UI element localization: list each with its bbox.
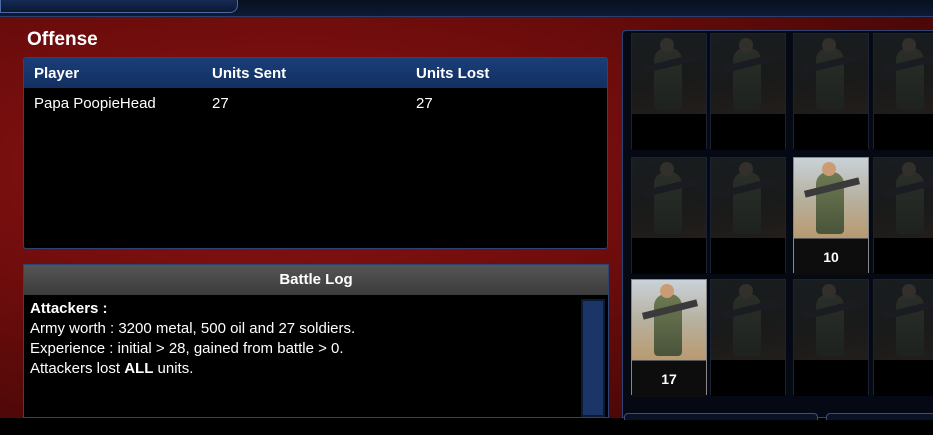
battle-log-title: Battle Log <box>24 265 608 295</box>
unit-portrait <box>632 158 706 238</box>
unit-count-area <box>874 114 933 150</box>
offense-title: Offense <box>27 29 98 50</box>
unit-count-area <box>874 238 933 274</box>
soldier-head <box>822 162 836 176</box>
losses-text: Attackers lost ALL units. <box>30 360 194 377</box>
unit-count-area <box>711 238 785 274</box>
unit-card[interactable] <box>873 157 933 274</box>
unit-card[interactable] <box>710 157 786 274</box>
column-header-units-lost: Units Lost <box>416 64 490 82</box>
unit-count-area <box>632 114 706 150</box>
unit-portrait <box>794 34 868 114</box>
unit-portrait <box>794 158 868 238</box>
unit-card[interactable] <box>710 33 786 150</box>
losses-emphasis: ALL <box>124 360 154 377</box>
soldier-head <box>739 38 753 52</box>
bottom-tab-right[interactable] <box>826 413 933 420</box>
battle-log-line-attackers: Attackers : <box>30 300 108 317</box>
unit-count: 17 <box>661 371 677 387</box>
unit-count-area <box>794 114 868 150</box>
unit-portrait <box>874 280 933 360</box>
unit-count-area: 10 <box>794 238 868 275</box>
bottom-strip <box>0 418 933 435</box>
soldier-head <box>660 162 674 176</box>
unit-card[interactable] <box>631 33 707 150</box>
unit-card[interactable] <box>793 33 869 150</box>
unit-card[interactable]: 10 <box>793 157 869 275</box>
unit-portrait <box>711 34 785 114</box>
battle-log-line-army-worth: Army worth : 3200 metal, 500 oil and 27 … <box>30 320 356 337</box>
units-sent-cell: 27 <box>212 95 229 112</box>
soldier-head <box>902 38 916 52</box>
bottom-tab-left[interactable] <box>624 413 818 420</box>
column-header-units-sent: Units Sent <box>212 64 287 82</box>
unit-card[interactable] <box>793 279 869 396</box>
scrollbar-thumb[interactable] <box>583 301 603 415</box>
soldier-head <box>902 162 916 176</box>
unit-portrait <box>632 280 706 360</box>
offense-table-header: Player Units Sent Units Lost <box>24 58 607 88</box>
unit-portrait <box>711 280 785 360</box>
soldier-head <box>822 38 836 52</box>
unit-card[interactable] <box>873 279 933 396</box>
unit-portrait <box>632 34 706 114</box>
unit-portrait <box>711 158 785 238</box>
battle-log-body: Attackers : Army worth : 3200 metal, 500… <box>30 299 575 379</box>
battle-log-line-experience: Experience : initial > 28, gained from b… <box>30 340 344 357</box>
unit-card[interactable]: 17 <box>631 279 707 397</box>
soldier-head <box>739 284 753 298</box>
soldier-head <box>660 38 674 52</box>
unit-count-area <box>632 238 706 274</box>
unit-portrait <box>874 34 933 114</box>
soldier-head <box>660 284 674 298</box>
battle-log-line-losses: Attackers lost ALL units. <box>30 359 575 379</box>
soldier-head <box>822 284 836 298</box>
offense-table: Player Units Sent Units Lost Papa Poopie… <box>23 57 608 249</box>
unit-count-area <box>711 114 785 150</box>
unit-card[interactable] <box>873 33 933 150</box>
battle-log-panel: Battle Log Attackers : Army worth : 3200… <box>23 264 609 418</box>
table-row[interactable]: Papa PoopieHead 27 27 <box>24 95 607 115</box>
unit-count-area <box>711 360 785 396</box>
unit-grid: 10 17 <box>622 30 933 418</box>
unit-portrait <box>794 280 868 360</box>
unit-portrait <box>874 158 933 238</box>
soldier-head <box>902 284 916 298</box>
column-header-player: Player <box>34 64 80 82</box>
unit-card[interactable] <box>631 157 707 274</box>
top-bar <box>0 0 933 17</box>
unit-count-area <box>874 360 933 396</box>
soldier-head <box>739 162 753 176</box>
units-lost-cell: 27 <box>416 95 433 112</box>
unit-count-area <box>794 360 868 396</box>
player-name-cell[interactable]: Papa PoopieHead <box>34 95 194 112</box>
unit-count: 10 <box>823 249 839 265</box>
battle-log-scrollbar[interactable] <box>581 299 605 417</box>
top-tab[interactable] <box>0 0 238 13</box>
unit-card[interactable] <box>710 279 786 396</box>
unit-count-area: 17 <box>632 360 706 397</box>
